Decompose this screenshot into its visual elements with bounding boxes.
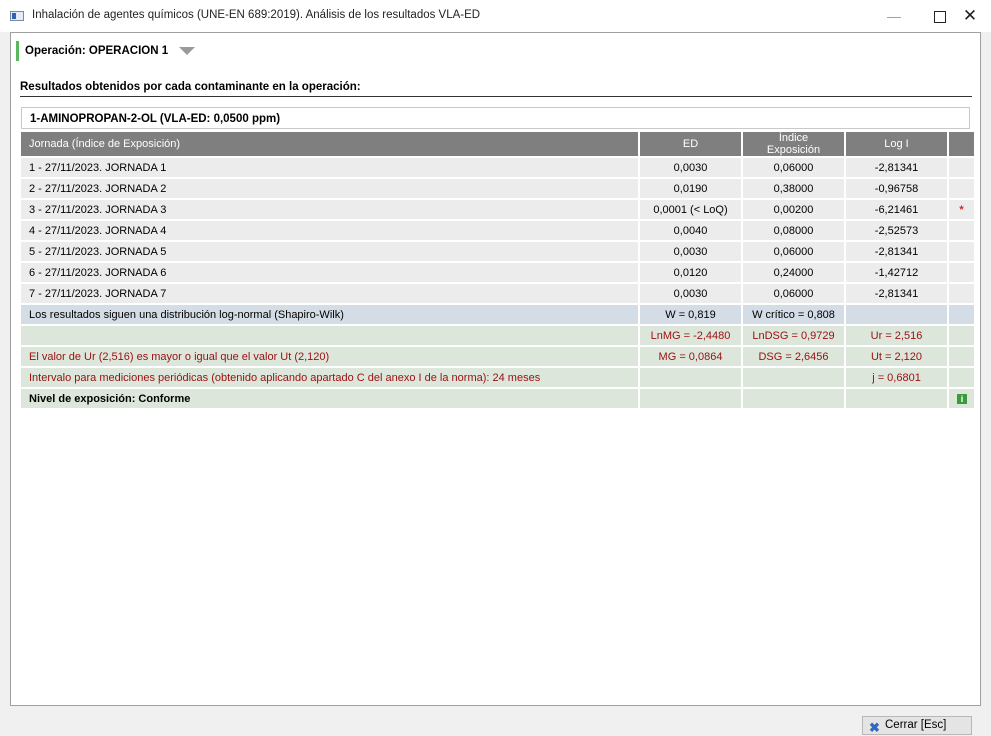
comparison-row: El valor de Ur (2,516) es mayor o igual … <box>21 347 974 366</box>
table-row[interactable]: 1 - 27/11/2023. JORNADA 1 0,0030 0,06000… <box>21 158 974 177</box>
column-header-mark <box>949 132 974 156</box>
cell-ed: 0,0001 (< LoQ) <box>640 200 741 219</box>
cell-mark <box>949 221 974 240</box>
cell-log: -6,21461 <box>846 200 947 219</box>
log-stats-row: LnMG = -2,4480 LnDSG = 0,9729 Ur = 2,516 <box>21 326 974 345</box>
table-row[interactable]: 4 - 27/11/2023. JORNADA 4 0,0040 0,08000… <box>21 221 974 240</box>
cell-jornada: 1 - 27/11/2023. JORNADA 1 <box>21 158 638 177</box>
operation-label: Operación: OPERACION 1 <box>25 45 169 57</box>
exposure-level-row: Nivel de exposición: Conforme i <box>21 389 974 408</box>
interval-text: Intervalo para mediciones periódicas (ob… <box>21 368 638 387</box>
interval-row: Intervalo para mediciones periódicas (ob… <box>21 368 974 387</box>
empty-cell <box>640 368 741 387</box>
cell-indice: 0,08000 <box>743 221 844 240</box>
table-row[interactable]: 6 - 27/11/2023. JORNADA 6 0,0120 0,24000… <box>21 263 974 282</box>
close-window-button[interactable]: ✕ <box>947 0 991 32</box>
window-title: Inhalación de agentes químicos (UNE-EN 6… <box>32 9 481 21</box>
cell-ed: 0,0030 <box>640 284 741 303</box>
column-header-indice[interactable]: Índice Exposición <box>743 132 844 156</box>
cell-mark <box>949 242 974 261</box>
results-title: Resultados obtenidos por cada contaminan… <box>20 81 361 93</box>
j-value: j = 0,6801 <box>846 368 947 387</box>
cell-mark <box>949 158 974 177</box>
cell-ed: 0,0120 <box>640 263 741 282</box>
minimize-button[interactable]: — <box>871 0 917 32</box>
cell-indice: 0,06000 <box>743 242 844 261</box>
cell-log: -2,81341 <box>846 158 947 177</box>
cell-indice: 0,06000 <box>743 284 844 303</box>
shapiro-text: Los resultados siguen una distribución l… <box>21 305 638 324</box>
w-critico-value: W crítico = 0,808 <box>743 305 844 324</box>
empty-cell <box>949 326 974 345</box>
table-row[interactable]: 7 - 27/11/2023. JORNADA 7 0,0030 0,06000… <box>21 284 974 303</box>
empty-cell <box>949 368 974 387</box>
title-bar: Inhalación de agentes químicos (UNE-EN 6… <box>0 0 991 32</box>
info-cell[interactable]: i <box>949 389 974 408</box>
chevron-down-icon[interactable] <box>179 46 196 55</box>
main-panel: Operación: OPERACION 1 Resultados obteni… <box>10 32 981 706</box>
cell-indice: 0,06000 <box>743 158 844 177</box>
cell-log: -1,42712 <box>846 263 947 282</box>
table-row[interactable]: 3 - 27/11/2023. JORNADA 3 0,0001 (< LoQ)… <box>21 200 974 219</box>
results-table: Jornada (Índice de Exposición) ED Índice… <box>19 130 976 410</box>
cell-jornada: 4 - 27/11/2023. JORNADA 4 <box>21 221 638 240</box>
column-header-jornada[interactable]: Jornada (Índice de Exposición) <box>21 132 638 156</box>
lndsg-value: LnDSG = 0,9729 <box>743 326 844 345</box>
cell-mark <box>949 284 974 303</box>
empty-cell <box>21 326 638 345</box>
cell-ed: 0,0030 <box>640 242 741 261</box>
contaminant-header: 1-AMINOPROPAN-2-OL (VLA-ED: 0,0500 ppm) <box>21 107 970 129</box>
table-row[interactable]: 2 - 27/11/2023. JORNADA 2 0,0190 0,38000… <box>21 179 974 198</box>
cell-ed: 0,0190 <box>640 179 741 198</box>
column-header-log[interactable]: Log I <box>846 132 947 156</box>
cell-indice: 0,00200 <box>743 200 844 219</box>
maximize-icon <box>934 11 946 24</box>
w-value: W = 0,819 <box>640 305 741 324</box>
ut-value: Ut = 2,120 <box>846 347 947 366</box>
cell-mark <box>949 179 974 198</box>
column-header-ed[interactable]: ED <box>640 132 741 156</box>
close-button-label: Cerrar [Esc] <box>885 719 947 731</box>
empty-cell <box>743 368 844 387</box>
ur-value: Ur = 2,516 <box>846 326 947 345</box>
cell-log: -0,96758 <box>846 179 947 198</box>
table-row[interactable]: 5 - 27/11/2023. JORNADA 5 0,0030 0,06000… <box>21 242 974 261</box>
close-button[interactable]: ✖ Cerrar [Esc] <box>862 716 972 735</box>
operation-selector[interactable]: Operación: OPERACION 1 <box>16 41 196 61</box>
empty-cell <box>640 389 741 408</box>
cell-ed: 0,0040 <box>640 221 741 240</box>
cell-log: -2,81341 <box>846 242 947 261</box>
cell-log: -2,52573 <box>846 221 947 240</box>
cell-indice: 0,24000 <box>743 263 844 282</box>
below-loq-asterisk-icon: * <box>949 200 974 219</box>
cell-indice: 0,38000 <box>743 179 844 198</box>
shapiro-wilk-row: Los resultados siguen una distribución l… <box>21 305 974 324</box>
empty-cell <box>949 347 974 366</box>
empty-cell <box>949 305 974 324</box>
cell-log: -2,81341 <box>846 284 947 303</box>
cell-jornada: 5 - 27/11/2023. JORNADA 5 <box>21 242 638 261</box>
exposure-level-text: Nivel de exposición: Conforme <box>21 389 638 408</box>
cell-jornada: 2 - 27/11/2023. JORNADA 2 <box>21 179 638 198</box>
mg-value: MG = 0,0864 <box>640 347 741 366</box>
table-header-row: Jornada (Índice de Exposición) ED Índice… <box>21 132 974 156</box>
cell-ed: 0,0030 <box>640 158 741 177</box>
cell-jornada: 6 - 27/11/2023. JORNADA 6 <box>21 263 638 282</box>
app-window-icon <box>10 11 24 21</box>
cell-jornada: 7 - 27/11/2023. JORNADA 7 <box>21 284 638 303</box>
empty-cell <box>846 305 947 324</box>
divider <box>20 96 972 97</box>
comparison-text: El valor de Ur (2,516) es mayor o igual … <box>21 347 638 366</box>
cell-jornada: 3 - 27/11/2023. JORNADA 3 <box>21 200 638 219</box>
cell-mark <box>949 263 974 282</box>
close-icon: ✖ <box>869 720 880 735</box>
dsg-value: DSG = 2,6456 <box>743 347 844 366</box>
empty-cell <box>743 389 844 408</box>
empty-cell <box>846 389 947 408</box>
lnmg-value: LnMG = -2,4480 <box>640 326 741 345</box>
info-icon[interactable]: i <box>957 393 967 404</box>
